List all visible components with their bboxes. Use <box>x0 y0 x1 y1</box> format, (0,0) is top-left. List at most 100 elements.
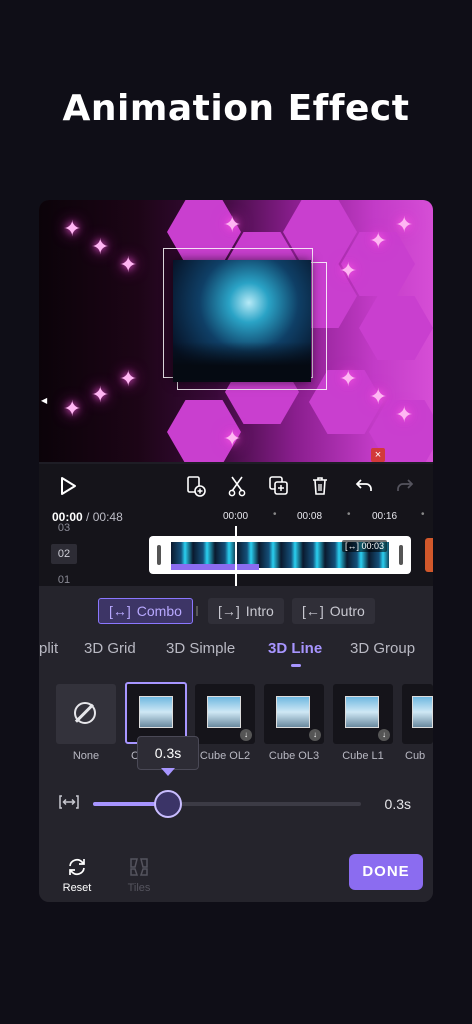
play-icon[interactable] <box>57 474 79 498</box>
headline: Animation Effect <box>62 88 410 129</box>
sparkle-icon: ✦ <box>339 366 358 391</box>
category-tab[interactable]: 3D Grid <box>84 640 136 657</box>
combo-icon: [↔] <box>344 541 359 551</box>
sparkle-icon: ✦ <box>63 216 82 241</box>
tiles-icon <box>130 858 148 876</box>
effect-label: Cub <box>405 750 426 762</box>
animation-duration-bar <box>171 564 259 570</box>
time-tick: 00:16 <box>372 511 398 522</box>
time-tick: 00:08 <box>297 511 323 522</box>
duration-value: 0.3s <box>384 796 411 812</box>
tiles-label: Tiles <box>127 882 151 894</box>
clip-duration-badge: [↔] 00:03 <box>341 540 387 552</box>
sparkle-icon: ✦ <box>119 252 138 277</box>
tab-intro[interactable]: [→] Intro <box>208 598 284 624</box>
clip-duration: 00:03 <box>361 541 384 551</box>
time-tick: 00:00 <box>223 511 249 522</box>
effect-item[interactable]: ↓ <box>195 684 255 744</box>
intro-icon: [→] <box>218 603 240 619</box>
sparkle-icon: ✦ <box>119 366 138 391</box>
sparkle-icon: ✦ <box>91 234 110 259</box>
sparkle-icon: ✦ <box>395 212 414 237</box>
split-icon[interactable] <box>226 474 248 498</box>
next-clip-edge[interactable] <box>425 538 433 572</box>
duration-tooltip: 0.3s <box>137 736 199 770</box>
effect-none[interactable] <box>56 684 116 744</box>
sparkle-icon: ✦ <box>91 382 110 407</box>
combo-icon: [↔] <box>109 603 131 619</box>
tooltip-pointer <box>161 768 175 776</box>
mode-tabs: [↔] Combo [→] Intro [←] Outro <box>39 598 433 624</box>
tick-dot: • <box>273 509 277 520</box>
effect-label: Cube OL3 <box>268 750 320 762</box>
animation-panel: [↔] Combo [→] Intro [←] Outro plit 3D Gr… <box>39 586 433 902</box>
tick-dot: • <box>421 509 425 520</box>
effect-item[interactable] <box>402 684 433 744</box>
clip-handle-left[interactable] <box>157 545 161 565</box>
effect-preview <box>207 696 241 728</box>
divider <box>196 606 198 616</box>
duration-slider-row: 0.3s <box>39 788 433 818</box>
cube-effect <box>163 242 327 394</box>
total-time: / 00:48 <box>86 510 123 524</box>
sparkle-icon: ✦ <box>369 228 388 253</box>
add-clip-icon[interactable] <box>185 474 207 498</box>
category-tab-active[interactable]: 3D Line <box>268 640 322 657</box>
video-preview[interactable]: ✦ ✦ ✦ ✦ ✦ ✦ ✦ ✦ ✦ ✦ ✦ ✦ ✦ ✦ ◀ × <box>39 200 433 462</box>
effect-item[interactable]: ↓ <box>264 684 324 744</box>
timeline[interactable]: 00:00 / 00:48 00:00 • 00:08 • 00:16 • 03… <box>39 508 433 586</box>
outro-icon: [←] <box>302 603 324 619</box>
left-arrow-icon: ◀ <box>41 396 48 405</box>
edit-toolbar <box>39 464 433 508</box>
effect-selected[interactable] <box>125 682 187 744</box>
tab-label: Outro <box>329 603 365 619</box>
effect-preview <box>276 696 310 728</box>
tab-outro[interactable]: [←] Outro <box>292 598 375 624</box>
clip-handle-right[interactable] <box>399 545 403 565</box>
category-tab[interactable]: 3D Simple <box>166 640 235 657</box>
effect-label: C <box>131 750 139 762</box>
bottom-bar: Reset Tiles DONE <box>39 848 433 902</box>
effect-label: Cube L1 <box>342 750 384 762</box>
track-number[interactable]: 03 <box>51 522 77 534</box>
effect-item[interactable]: ↓ <box>333 684 393 744</box>
close-icon[interactable]: × <box>371 448 385 462</box>
category-tab[interactable]: plit <box>39 640 58 657</box>
sparkle-icon: ✦ <box>339 258 358 283</box>
crowd-silhouette <box>173 342 311 382</box>
sparkle-icon: ✦ <box>395 402 414 427</box>
track-number[interactable]: 01 <box>51 574 77 586</box>
sparkle-icon: ✦ <box>223 212 242 237</box>
undo-icon[interactable] <box>353 474 375 498</box>
tab-combo[interactable]: [↔] Combo <box>98 598 193 624</box>
duration-icon <box>59 794 79 815</box>
reset-button[interactable]: Reset <box>51 856 103 894</box>
effect-preview <box>139 696 173 728</box>
category-tab[interactable]: 3D Group <box>350 640 415 657</box>
redo-icon <box>394 474 416 498</box>
duplicate-icon[interactable] <box>268 474 290 498</box>
hex-shape <box>359 296 433 360</box>
effect-list: None C ↓ Cube OL2 ↓ Cube OL3 ↓ Cube L1 C… <box>39 682 433 766</box>
done-button[interactable]: DONE <box>349 854 423 890</box>
effect-label: Cube OL2 <box>199 750 251 762</box>
tiles-button: Tiles <box>113 856 165 894</box>
effect-preview <box>345 696 379 728</box>
tab-label: Intro <box>245 603 274 619</box>
sparkle-icon: ✦ <box>223 426 242 451</box>
reset-icon <box>69 859 85 875</box>
tick-dot: • <box>347 509 351 520</box>
track-number[interactable]: 02 <box>51 544 77 564</box>
delete-icon[interactable] <box>309 474 331 498</box>
download-icon: ↓ <box>240 729 252 741</box>
none-icon <box>74 702 96 724</box>
effect-preview <box>412 696 433 728</box>
editor-frame: ✦ ✦ ✦ ✦ ✦ ✦ ✦ ✦ ✦ ✦ ✦ ✦ ✦ ✦ ◀ × 00:00 / … <box>39 200 433 902</box>
sparkle-icon: ✦ <box>369 384 388 409</box>
download-icon: ↓ <box>309 729 321 741</box>
playhead[interactable] <box>235 526 237 586</box>
active-tab-indicator <box>291 664 301 667</box>
slider-thumb[interactable] <box>154 790 182 818</box>
category-tabs: plit 3D Grid 3D Simple 3D Line 3D Group <box>39 640 433 668</box>
video-clip[interactable]: [↔] 00:03 <box>149 536 411 574</box>
